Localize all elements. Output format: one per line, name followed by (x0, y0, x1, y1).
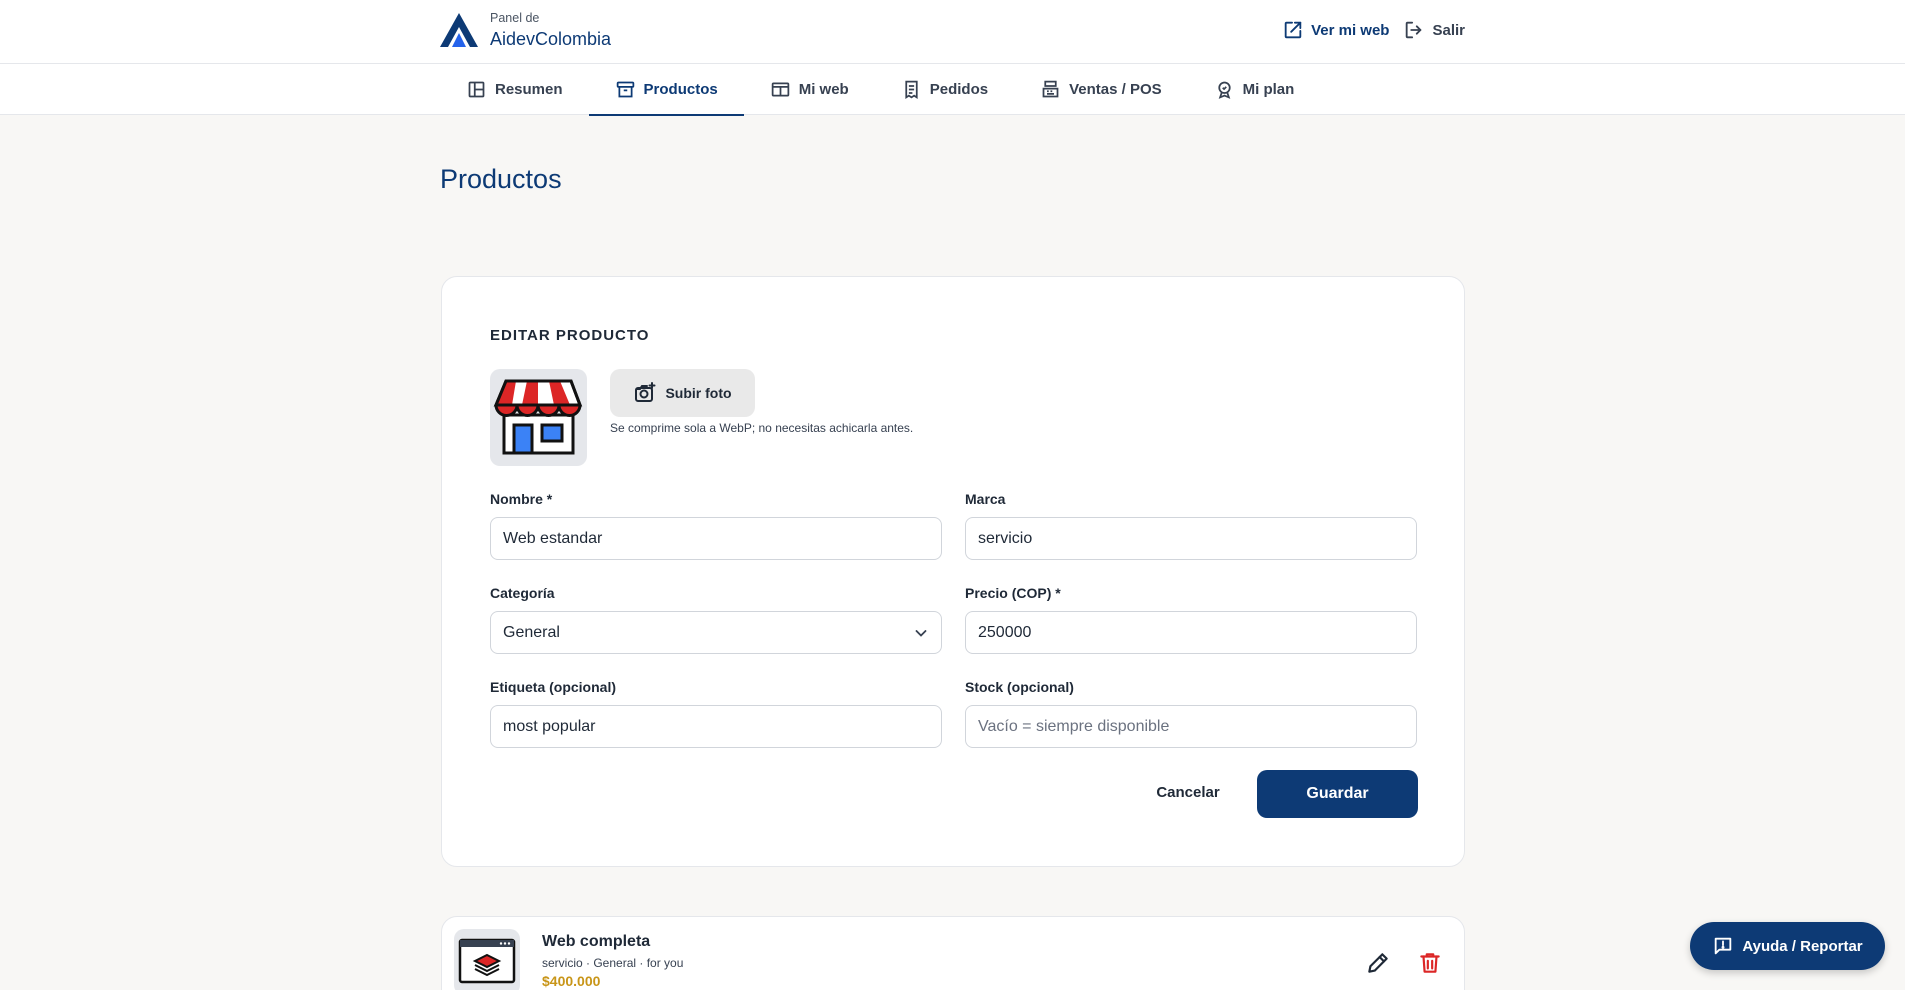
tab-resumen[interactable]: Resumen (440, 64, 589, 115)
product-name: Web completa (542, 933, 651, 950)
tab-label: Pedidos (929, 81, 989, 98)
layout-icon (468, 81, 485, 98)
brand-name: AidevColombia (490, 28, 612, 49)
product-price: $400.000 (542, 973, 601, 989)
brand-label: Marca (965, 491, 1006, 507)
tag-field-group: Etiqueta (opcional) (490, 679, 942, 748)
category-value: General (503, 623, 560, 641)
cash-register-icon (1042, 80, 1059, 98)
price-input[interactable] (965, 611, 1417, 654)
trash-icon (1420, 953, 1440, 973)
top-actions: Ver mi web Salir (1282, 19, 1465, 41)
logout-link[interactable]: Salir (1403, 19, 1465, 41)
tag-label: Etiqueta (opcional) (490, 679, 616, 695)
price-label: Precio (COP) * (965, 585, 1061, 601)
tab-mi-plan[interactable]: Mi plan (1188, 64, 1321, 115)
tab-productos[interactable]: Productos (588, 64, 744, 116)
cancel-button[interactable]: Cancelar (1143, 768, 1233, 816)
tab-label: Ventas / POS (1069, 81, 1162, 98)
browser-window-icon (771, 82, 789, 97)
product-thumbnail (454, 929, 520, 990)
tab-label: Mi web (798, 81, 849, 98)
edit-button[interactable] (1365, 950, 1391, 976)
name-label: Nombre * (490, 491, 553, 507)
stock-field-group: Stock (opcional) (965, 679, 1417, 748)
upload-photo-button[interactable]: Subir foto (610, 369, 755, 417)
category-select[interactable]: General (490, 611, 942, 654)
help-report-button[interactable]: Ayuda / Reportar (1690, 922, 1885, 970)
tab-label: Mi plan (1242, 81, 1295, 98)
upload-photo-label: Subir foto (665, 385, 732, 401)
external-link-icon (1284, 21, 1302, 39)
tab-pedidos[interactable]: Pedidos (875, 64, 1014, 115)
category-field-group: Categoría General (490, 585, 942, 654)
edit-product-card: EDITAR PRODUCTO Subir foto Se comprime s… (441, 276, 1465, 867)
brand-logo-icon (440, 13, 478, 47)
section-title: EDITAR PRODUCTO (490, 327, 650, 344)
logout-icon (1406, 21, 1422, 39)
category-label: Categoría (490, 585, 555, 601)
archive-box-icon (616, 81, 634, 98)
web-layers-icon (458, 938, 516, 984)
price-field-group: Precio (COP) * (965, 585, 1417, 654)
brand-subtitle: Panel de (490, 10, 540, 25)
view-web-label: Ver mi web (1311, 21, 1390, 39)
view-web-link[interactable]: Ver mi web (1282, 19, 1389, 41)
upload-hint: Se comprime sola a WebP; no necesitas ac… (610, 421, 914, 435)
top-bar: Panel de AidevColombia Ver mi web Salir (0, 0, 1905, 64)
page-title: Productos (440, 164, 562, 194)
stock-input[interactable] (965, 705, 1417, 748)
pencil-icon (1368, 953, 1388, 973)
name-input[interactable] (490, 517, 942, 560)
tag-input[interactable] (490, 705, 942, 748)
receipt-icon (905, 80, 918, 100)
tab-mi-web[interactable]: Mi web (744, 64, 875, 115)
delete-button[interactable] (1417, 950, 1443, 976)
logout-label: Salir (1432, 21, 1465, 39)
brand-field-group: Marca (965, 491, 1417, 560)
brand[interactable]: Panel de AidevColombia (440, 10, 611, 50)
name-field-group: Nombre * (490, 491, 942, 560)
stock-label: Stock (opcional) (965, 679, 1074, 695)
camera-plus-icon (635, 382, 656, 402)
tab-label: Resumen (495, 81, 563, 98)
feedback-icon (1715, 937, 1732, 955)
brand-input[interactable] (965, 517, 1417, 560)
storefront-icon (493, 379, 583, 455)
chevron-down-icon (915, 629, 927, 637)
tab-label: Productos (643, 81, 718, 98)
help-report-label: Ayuda / Reportar (1742, 937, 1863, 955)
badge-icon (1218, 81, 1231, 99)
main-nav: Resumen Productos Mi web Pedidos Ventas … (440, 64, 1321, 116)
tab-ventas-pos[interactable]: Ventas / POS (1014, 64, 1188, 115)
save-button[interactable]: Guardar (1257, 770, 1418, 818)
product-meta: servicio · General · for you (542, 956, 684, 970)
product-photo (490, 369, 587, 466)
main-nav-bar: Resumen Productos Mi web Pedidos Ventas … (0, 64, 1905, 116)
list-item: Web completa servicio · General · for yo… (441, 916, 1465, 990)
